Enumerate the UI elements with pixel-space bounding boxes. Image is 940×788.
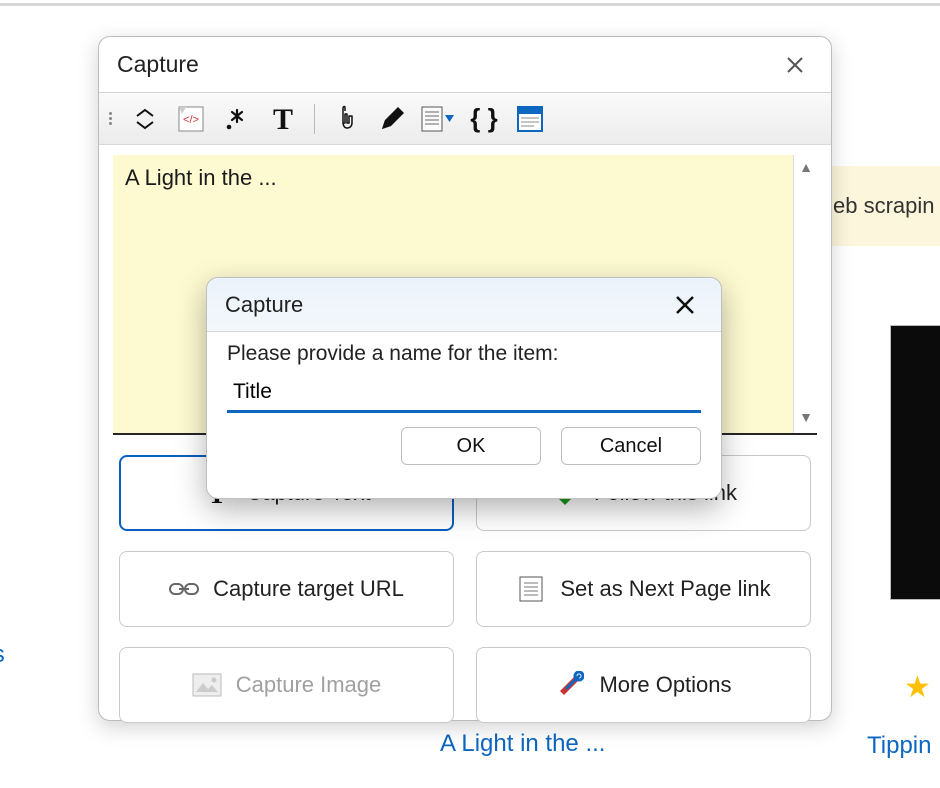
- svg-text:T: T: [273, 103, 293, 135]
- scroll-down-icon[interactable]: ▼: [794, 409, 818, 429]
- scroll-up-icon[interactable]: ▲: [794, 159, 818, 179]
- star-icon: ★: [904, 670, 931, 705]
- link-icon: [169, 574, 199, 604]
- dialog-titlebar: Capture: [99, 37, 831, 93]
- expand-icon[interactable]: [128, 102, 162, 136]
- book-cover-thumbnail[interactable]: S W I TH: [890, 325, 940, 600]
- close-icon[interactable]: [781, 51, 809, 79]
- dialog-title: Capture: [225, 292, 303, 318]
- capture-toolbar: </> T { }: [99, 93, 831, 145]
- pencil-icon[interactable]: [375, 102, 409, 136]
- toolbar-grip-icon[interactable]: [105, 112, 116, 125]
- scrollbar[interactable]: ▲ ▼: [793, 155, 817, 433]
- book-text: W: [893, 397, 940, 432]
- prompt-label: Please provide a name for the item:: [227, 342, 701, 366]
- braces-icon[interactable]: { }: [467, 102, 501, 136]
- layout-icon[interactable]: [513, 102, 547, 136]
- toolbar-separator: [314, 104, 315, 134]
- page-list-icon: [516, 574, 546, 604]
- click-cursor-icon[interactable]: [329, 102, 363, 136]
- book-text: I: [893, 492, 940, 517]
- app-divider: [0, 3, 940, 6]
- button-label: More Options: [599, 672, 731, 698]
- dialog-title: Capture: [117, 51, 199, 78]
- book-text: S: [893, 356, 940, 381]
- left-sidebar: n nes: [0, 6, 110, 786]
- button-label: Capture Image: [236, 672, 382, 698]
- tools-icon: [555, 670, 585, 700]
- button-label: Set as Next Page link: [560, 576, 770, 602]
- list-dropdown-icon[interactable]: [421, 102, 455, 136]
- book-title-link[interactable]: Tippin: [867, 732, 931, 760]
- text-icon[interactable]: T: [266, 102, 300, 136]
- button-label: Capture target URL: [213, 576, 404, 602]
- more-options-button[interactable]: More Options: [476, 647, 811, 723]
- close-icon[interactable]: [671, 291, 699, 319]
- book-text: TH: [893, 533, 940, 568]
- name-prompt-dialog: Capture Please provide a name for the it…: [206, 277, 722, 499]
- html-source-icon[interactable]: </>: [174, 102, 208, 136]
- item-name-input[interactable]: [227, 376, 701, 413]
- ok-button[interactable]: OK: [401, 427, 541, 465]
- svg-text:</>: </>: [183, 114, 199, 126]
- regex-icon[interactable]: [220, 102, 254, 136]
- cancel-button[interactable]: Cancel: [561, 427, 701, 465]
- dialog-titlebar: Capture: [207, 278, 721, 332]
- set-next-page-button[interactable]: Set as Next Page link: [476, 551, 811, 627]
- info-banner: eb scrapin: [831, 166, 940, 246]
- capture-url-button[interactable]: Capture target URL: [119, 551, 454, 627]
- image-icon: [192, 670, 222, 700]
- svg-text:{ }: { }: [470, 104, 497, 133]
- preview-text: A Light in the ...: [113, 155, 817, 201]
- nav-link-fragment[interactable]: nes: [0, 641, 5, 669]
- capture-image-button[interactable]: Capture Image: [119, 647, 454, 723]
